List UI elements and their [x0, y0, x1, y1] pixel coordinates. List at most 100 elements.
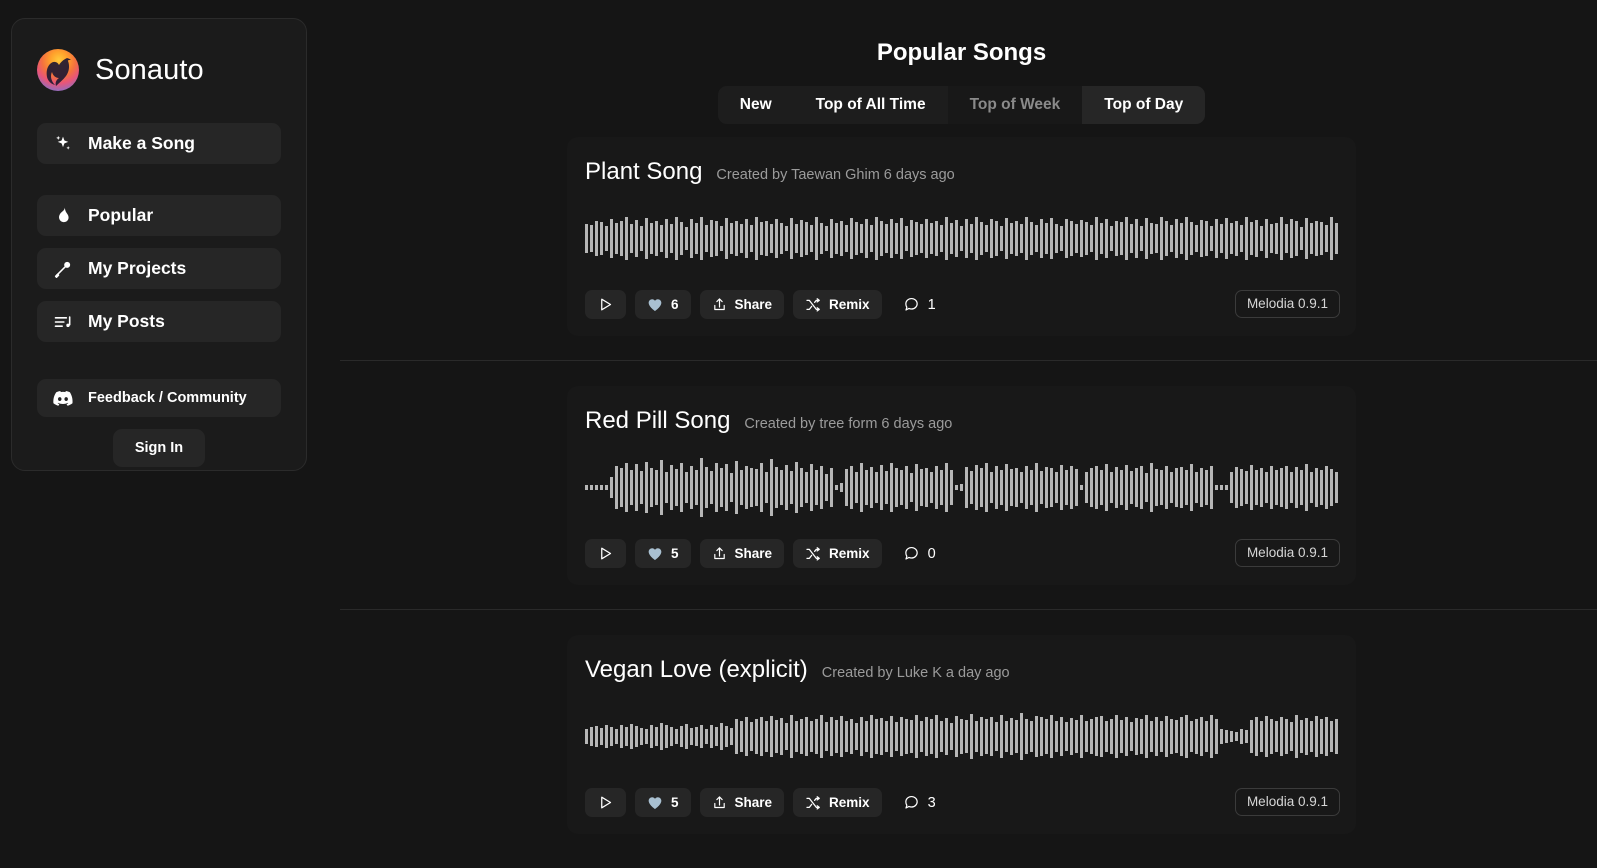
waveform-bar [665, 472, 668, 503]
make-a-song-button[interactable]: Make a Song [37, 123, 281, 164]
waveform-bar [1270, 718, 1273, 755]
waveform-bar [1315, 220, 1318, 257]
waveform-bar [775, 719, 778, 754]
waveform-bar [1090, 467, 1093, 508]
sidebar-item-my-projects[interactable]: My Projects [37, 248, 281, 289]
sign-in-button[interactable]: Sign In [112, 429, 206, 467]
waveform-bar [785, 722, 788, 751]
waveform-bar [700, 458, 703, 517]
waveform-bar [685, 471, 688, 504]
waveform-bar [855, 723, 858, 750]
waveform-bar [1235, 221, 1238, 256]
like-button[interactable]: 5 [635, 788, 691, 817]
waveform-bar [1230, 471, 1233, 504]
waveform-bar [685, 226, 688, 251]
sidebar-item-popular-label: Popular [88, 205, 154, 225]
comment-icon [903, 794, 920, 811]
waveform-bar [690, 728, 693, 745]
waveform-bar [1115, 714, 1118, 759]
tab-top-of-day[interactable]: Top of Day [1082, 86, 1206, 124]
comment-button[interactable]: 3 [891, 794, 942, 811]
song-title: Vegan Love (explicit) [585, 656, 808, 683]
waveform-bar [750, 225, 753, 252]
waveform-bar [1035, 715, 1038, 758]
waveform-bar [780, 469, 783, 506]
remix-button[interactable]: Remix [793, 290, 882, 319]
waveform[interactable] [585, 197, 1338, 280]
waveform-bar [790, 715, 793, 758]
waveform-bar [875, 216, 878, 261]
waveform-bar [735, 718, 738, 755]
waveform-bar [890, 462, 893, 513]
waveform-bar [1180, 223, 1183, 254]
waveform-bar [1075, 468, 1078, 507]
waveform-bar [680, 463, 683, 512]
waveform-bar [940, 470, 943, 505]
waveform-bar [1045, 466, 1048, 509]
waveform-bar [635, 464, 638, 511]
play-button[interactable] [585, 290, 626, 319]
waveform-bar [1000, 226, 1003, 251]
flame-icon [53, 206, 73, 226]
comment-button[interactable]: 1 [891, 296, 942, 313]
waveform-bar [950, 222, 953, 255]
song-card[interactable]: Vegan Love (explicit) Created by Luke K a… [567, 635, 1356, 834]
tab-top-of-all-time[interactable]: Top of All Time [793, 86, 948, 124]
waveform-bar [995, 721, 998, 752]
play-button[interactable] [585, 788, 626, 817]
play-icon [598, 546, 613, 561]
share-button[interactable]: Share [699, 539, 785, 568]
sidebar-item-popular[interactable]: Popular [37, 195, 281, 236]
song-header: Plant Song Created by Taewan Ghim 6 days … [585, 158, 1338, 186]
waveform-bar [660, 723, 663, 750]
like-button[interactable]: 6 [635, 290, 691, 319]
play-button[interactable] [585, 539, 626, 568]
waveform-bar [590, 484, 593, 491]
waveform-bar [725, 726, 728, 747]
main-content: Popular Songs New Top of All Time Top of W… [326, 0, 1597, 868]
waveform-bar [1215, 484, 1218, 491]
waveform-bar [1110, 472, 1113, 503]
waveform-bar [1020, 224, 1023, 253]
tab-top-of-week[interactable]: Top of Week [947, 86, 1083, 124]
waveform-bar [945, 717, 948, 756]
remix-button[interactable]: Remix [793, 788, 882, 817]
like-button[interactable]: 5 [635, 539, 691, 568]
waveform-bar [1035, 225, 1038, 252]
share-button[interactable]: Share [699, 788, 785, 817]
remix-button[interactable]: Remix [793, 539, 882, 568]
waveform-bar [1195, 472, 1198, 503]
song-actions: 5 Share Remix 0 Melodia 0.9.1 [585, 539, 1340, 568]
waveform-bar [1275, 720, 1278, 753]
waveform-bar [1250, 719, 1253, 754]
sparkles-icon [53, 134, 73, 154]
waveform-bar [720, 723, 723, 750]
comment-button[interactable]: 0 [891, 545, 942, 562]
sidebar-item-my-posts[interactable]: My Posts [37, 301, 281, 342]
waveform-bar [910, 220, 913, 257]
waveform-bar [1325, 717, 1328, 756]
song-card[interactable]: Red Pill Song Created by tree form 6 days… [567, 386, 1356, 585]
waveform-bar [1165, 715, 1168, 758]
waveform-bar [810, 225, 813, 252]
share-button[interactable]: Share [699, 290, 785, 319]
waveform[interactable] [585, 446, 1338, 529]
feedback-community-button[interactable]: Feedback / Community [37, 379, 281, 417]
waveform-bar [1335, 223, 1338, 254]
waveform-bar [1260, 467, 1263, 508]
waveform-bar [880, 464, 883, 511]
share-icon [712, 297, 727, 312]
song-card[interactable]: Plant Song Created by Taewan Ghim 6 days … [567, 137, 1356, 336]
waveform-bar [935, 465, 938, 510]
waveform-bar [940, 720, 943, 753]
waveform-bar [1170, 471, 1173, 504]
comment-count: 0 [927, 545, 936, 562]
waveform-bar [730, 472, 733, 503]
waveform[interactable] [585, 695, 1338, 778]
waveform-bar [920, 468, 923, 507]
shuffle-icon [805, 795, 821, 811]
waveform-bar [925, 716, 928, 757]
waveform-bar [815, 217, 818, 260]
tab-new[interactable]: New [717, 86, 794, 124]
waveform-bar [670, 464, 673, 511]
